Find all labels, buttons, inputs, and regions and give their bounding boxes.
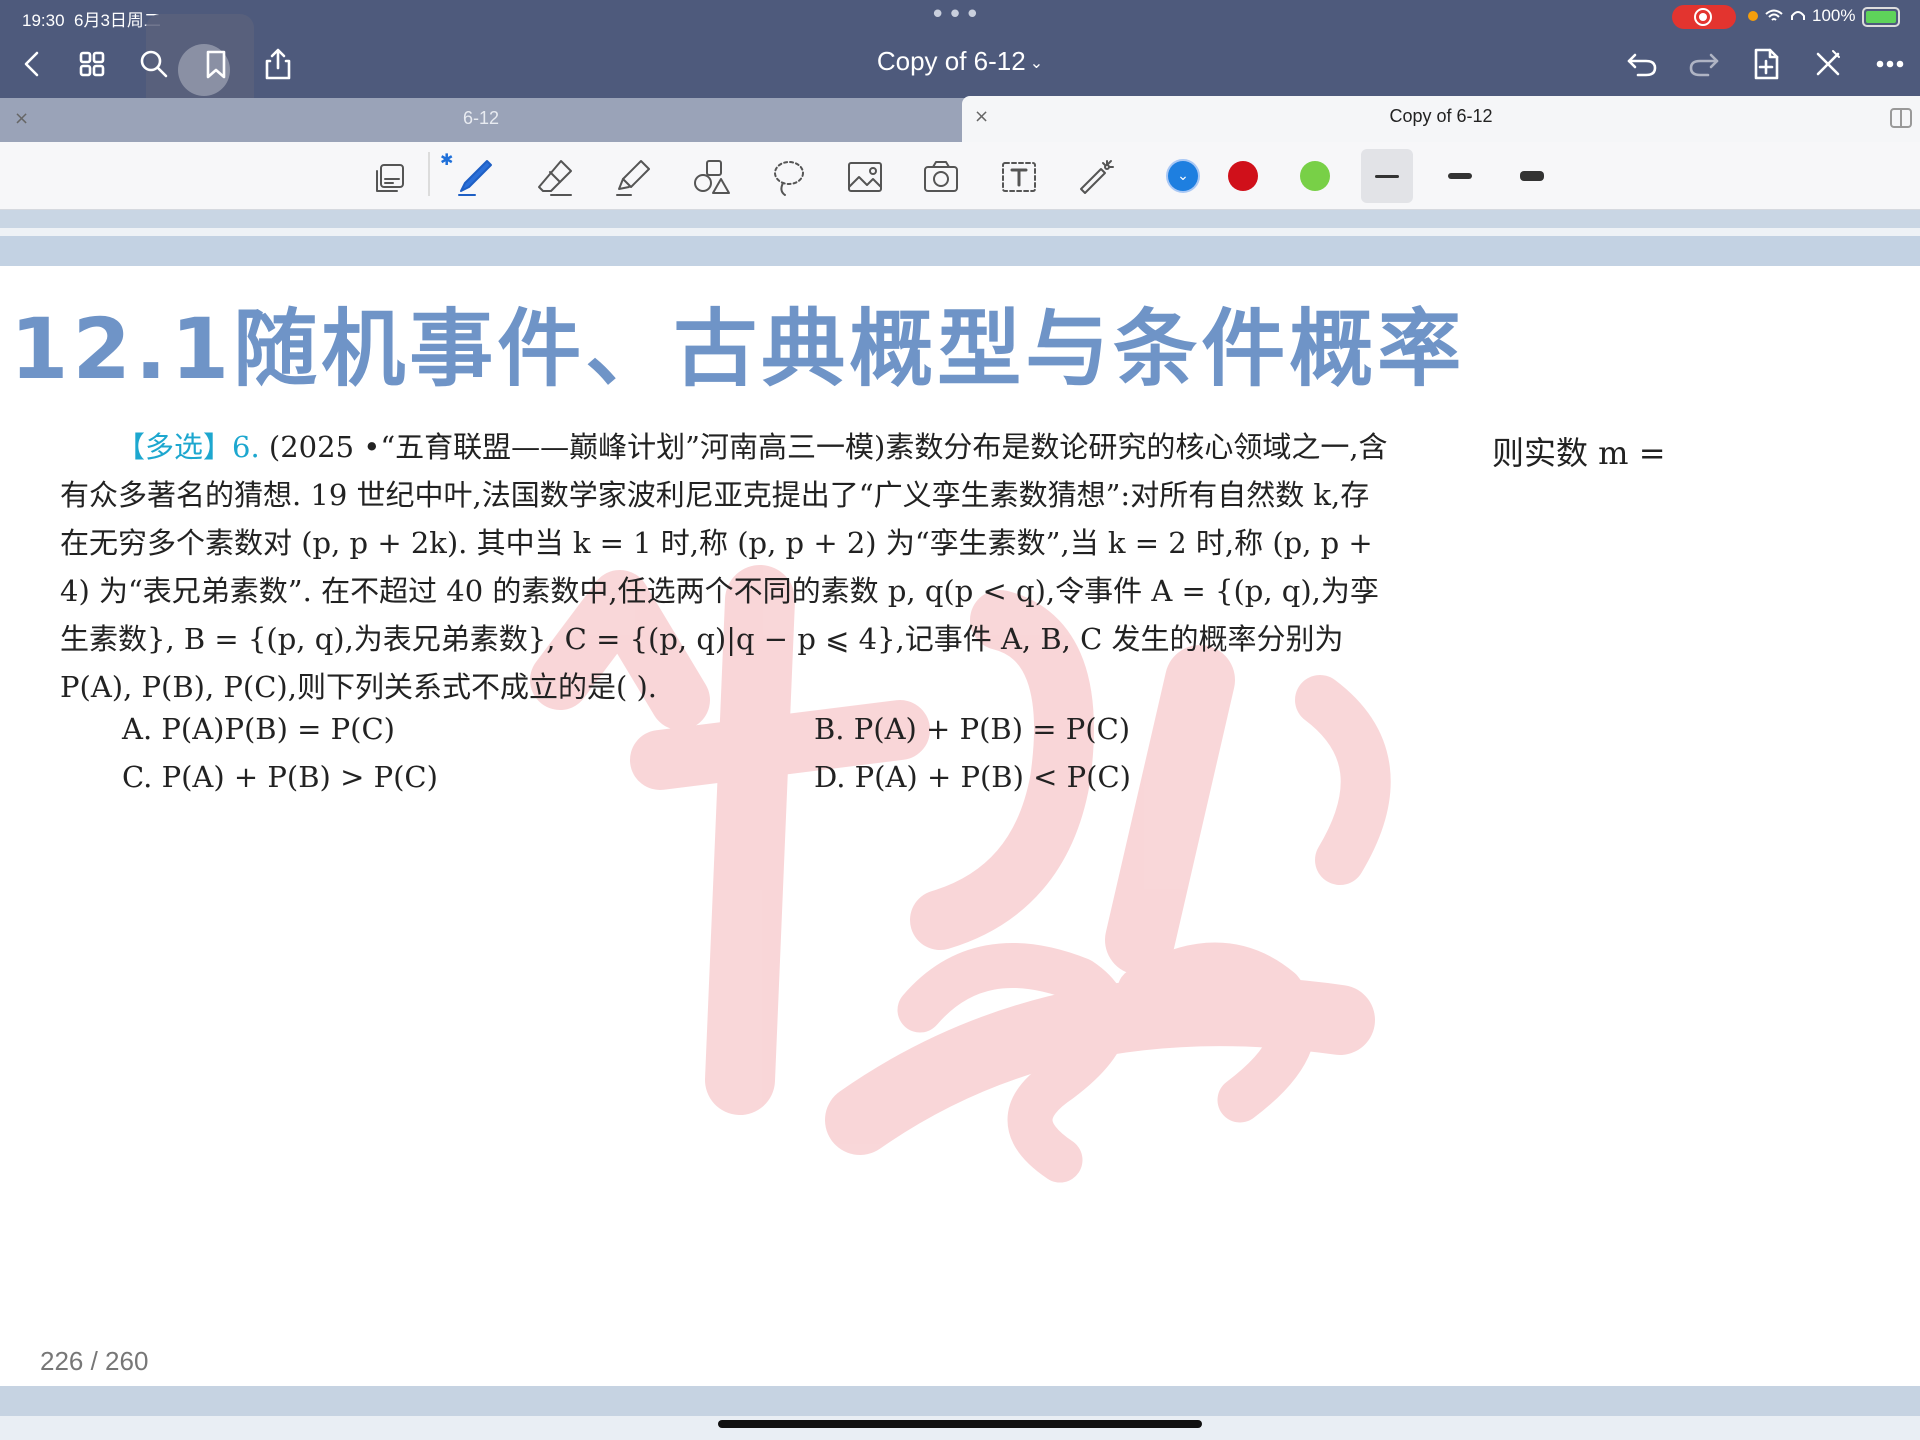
battery-icon: [1862, 7, 1900, 27]
chevron-down-icon: ⌄: [1029, 55, 1044, 73]
tab-copy-of-6-12[interactable]: × Copy of 6-12: [962, 96, 1920, 142]
mic-indicator-icon: [1748, 11, 1758, 21]
undo-icon[interactable]: [1622, 44, 1662, 84]
section-title: 12.1随机事件、古典概型与条件概率: [10, 300, 1466, 398]
pen-icon[interactable]: [448, 150, 502, 204]
multitasking-dots[interactable]: •••: [930, 0, 982, 30]
option-a: A. P(A)P(B) = P(C): [122, 712, 395, 746]
question-line-1: 【多选】6. (2025 •“五育联盟——巅峰计划”河南高三一模)素数分布是数论…: [60, 424, 1388, 466]
shapes-icon[interactable]: [684, 150, 738, 204]
close-icon[interactable]: [1808, 44, 1848, 84]
image-icon[interactable]: [838, 150, 892, 204]
page-footer-band: [0, 1386, 1920, 1416]
status-icons: 100%: [1748, 6, 1855, 26]
record-icon: [1694, 8, 1712, 26]
question-line-2: 有众多著名的猜想. 19 世纪中叶,法国数学家波利尼亚克提出了“广义孪生素数猜想…: [60, 478, 1370, 512]
page-header-gap: [0, 228, 1920, 236]
lasso-icon[interactable]: [762, 150, 816, 204]
grid-icon[interactable]: [72, 44, 112, 84]
tab-label: 6-12: [462, 108, 500, 128]
home-indicator[interactable]: [718, 1420, 1202, 1428]
stroke-medium-button[interactable]: [1434, 149, 1486, 203]
more-icon[interactable]: [1870, 44, 1910, 84]
stroke-thin-button[interactable]: [1361, 149, 1413, 203]
redo-icon[interactable]: [1684, 44, 1724, 84]
page-header-band: [0, 210, 1920, 228]
adjacent-page-text: 则实数 m =: [1492, 434, 1666, 472]
wifi-icon: [1765, 9, 1783, 21]
laser-pointer-icon[interactable]: [1070, 150, 1124, 204]
search-icon[interactable]: [134, 44, 174, 84]
camera-icon[interactable]: [914, 150, 968, 204]
question-text: (2025 •“五育联盟——巅峰计划”河南高三一模)素数分布是数论研究的核心领域…: [268, 430, 1388, 464]
battery-percent: 100%: [1812, 6, 1856, 25]
color-blue-swatch[interactable]: ⌄: [1168, 161, 1198, 191]
option-b: B. P(A) + P(B) = P(C): [814, 712, 1131, 746]
option-c: C. P(A) + P(B) > P(C): [122, 760, 438, 794]
share-icon[interactable]: [258, 44, 298, 84]
tab-6-12[interactable]: × 6-12: [0, 98, 962, 142]
question-line-5: 生素数}, B = {(p, q),为表兄弟素数}, C = {(p, q)|q…: [60, 622, 1344, 656]
split-view-icon[interactable]: [1890, 108, 1912, 128]
question-line-3: 在无穷多个素数对 (p, p + 2k). 其中当 k = 1 时,称 (p, …: [60, 526, 1373, 560]
read-mode-icon[interactable]: [366, 150, 420, 204]
bookmark-icon[interactable]: [196, 44, 236, 84]
back-icon[interactable]: [12, 44, 52, 84]
color-green-swatch[interactable]: [1300, 161, 1330, 191]
headphones-icon: [1791, 11, 1805, 20]
top-navigation-bar: 19:30 6月3日周二 ••• 100% Copy of 6-12 ⌄: [0, 0, 1920, 120]
question-line-6: P(A), P(B), P(C),则下列关系式不成立的是( ).: [60, 670, 658, 704]
color-red-swatch[interactable]: [1228, 161, 1258, 191]
tab-label: Copy of 6-12: [1389, 106, 1493, 126]
question-number: 6.: [232, 430, 260, 464]
page-header-band-2: [0, 236, 1920, 266]
multi-select-tag: 【多选】: [116, 430, 233, 464]
option-d: D. P(A) + P(B) < P(C): [814, 760, 1131, 794]
question-line-4: 4) 为“表兄弟素数”. 在不超过 40 的素数中,任选两个不同的素数 p, q…: [60, 574, 1379, 608]
toolbar-divider: [428, 152, 430, 196]
document-title[interactable]: Copy of 6-12 ⌄: [800, 46, 1120, 77]
status-time: 19:30 6月3日周二: [22, 11, 161, 30]
add-page-icon[interactable]: [1746, 44, 1786, 84]
stroke-thick-button[interactable]: [1506, 149, 1558, 203]
eraser-icon[interactable]: [528, 150, 582, 204]
page-indicator[interactable]: 226 / 260: [40, 1346, 148, 1377]
text-icon[interactable]: [992, 150, 1046, 204]
highlighter-icon[interactable]: [606, 150, 660, 204]
